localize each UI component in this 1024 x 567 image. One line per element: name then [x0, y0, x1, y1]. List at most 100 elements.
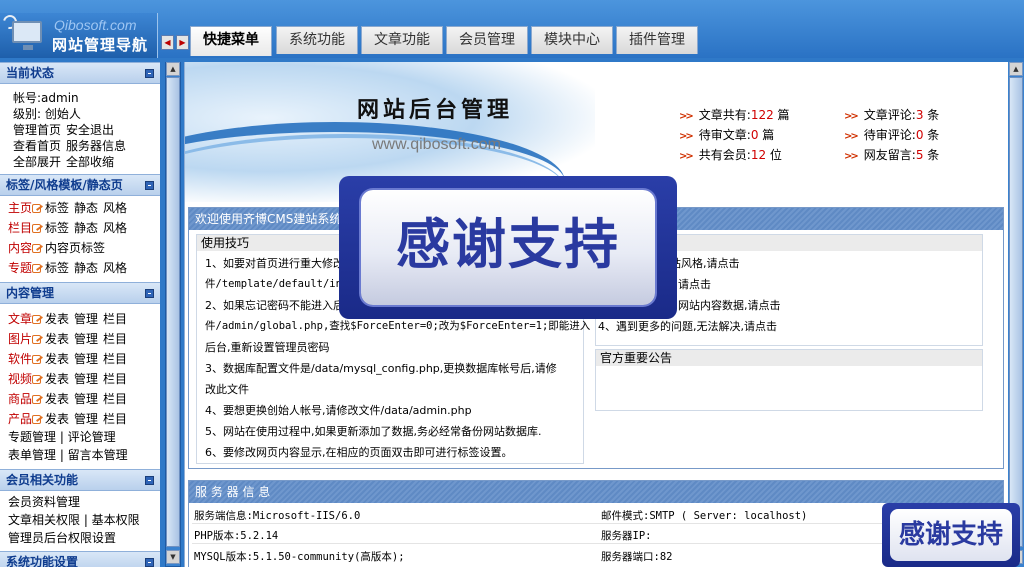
double-arrow-icon: >>: [679, 111, 694, 122]
action-link[interactable]: 栏目: [103, 412, 127, 426]
server-info-value: 服务器IP:: [601, 530, 652, 542]
edit-icon: [32, 315, 42, 324]
double-arrow-icon: >>: [844, 111, 859, 122]
link-member-profile[interactable]: 会员资料管理: [8, 495, 80, 509]
action-link[interactable]: 静态: [74, 261, 98, 275]
member-body: 会员资料管理 文章相关权限 | 基本权限 管理员后台权限设置: [0, 491, 160, 551]
tip-line: 3、数据库配置文件是/data/mysql_config.php,更换数据库帐号…: [205, 362, 557, 375]
tip-line: 4、要想更换创始人帐号,请修改文件/data/admin.php: [205, 404, 472, 417]
action-link[interactable]: 标签: [45, 261, 69, 275]
sidebar-item-topic[interactable]: 专题: [8, 261, 32, 275]
server-info-value: PHP版本:5.2.14: [194, 530, 279, 542]
action-link[interactable]: 标签: [45, 201, 69, 215]
action-link[interactable]: 静态: [74, 201, 98, 215]
action-link[interactable]: 栏目: [103, 392, 127, 406]
scroll-thumb[interactable]: [1009, 77, 1023, 547]
action-link[interactable]: 管理: [74, 372, 98, 386]
double-arrow-icon: >>: [679, 131, 694, 142]
collapse-icon[interactable]: [145, 181, 154, 190]
action-link[interactable]: 管理: [74, 412, 98, 426]
stat-pending-comments[interactable]: >> 待审评论:0 条: [844, 126, 939, 143]
sidebar-section-content[interactable]: 内容管理: [0, 282, 160, 304]
action-link[interactable]: 栏目: [103, 352, 127, 366]
monitor-icon: [12, 21, 42, 50]
tab-plugins[interactable]: 插件管理: [616, 26, 698, 54]
help-line[interactable]: 请点击: [678, 274, 711, 295]
sidebar-item-home[interactable]: 主页: [8, 201, 32, 215]
action-link[interactable]: 标签: [45, 221, 69, 235]
sidebar-item-content[interactable]: 内容: [8, 241, 32, 255]
link-admin-home[interactable]: 管理首页: [13, 123, 61, 137]
sidebar-item-photo[interactable]: 图片: [8, 332, 32, 346]
action-link[interactable]: 内容页标签: [45, 241, 105, 255]
action-link[interactable]: 栏目: [103, 332, 127, 346]
collapse-icon[interactable]: [145, 476, 154, 485]
sidebar-item-video[interactable]: 视频: [8, 372, 32, 386]
scroll-down-icon[interactable]: ▼: [166, 550, 180, 564]
sidebar-item-goods[interactable]: 商品: [8, 392, 32, 406]
stat-members[interactable]: >> 共有会员:12 位: [679, 146, 782, 163]
stat-pending-articles[interactable]: >> 待审文章:0 篇: [679, 126, 774, 143]
action-link[interactable]: 管理: [74, 352, 98, 366]
action-link[interactable]: 发表: [45, 332, 69, 346]
action-link[interactable]: 发表: [45, 352, 69, 366]
help-line[interactable]: 4、遇到更多的问题,无法解决,请点击: [598, 316, 777, 337]
action-link[interactable]: 发表: [45, 372, 69, 386]
action-link[interactable]: 风格: [103, 261, 127, 275]
sidebar-item-article[interactable]: 文章: [8, 312, 32, 326]
link-admin-permission[interactable]: 管理员后台权限设置: [8, 531, 116, 545]
collapse-icon[interactable]: [145, 69, 154, 78]
scroll-up-icon[interactable]: ▲: [1009, 62, 1023, 76]
action-link[interactable]: 风格: [103, 221, 127, 235]
sidebar: 当前状态 帐号:admin 级别: 创始人 管理首页 安全退出 查看首页 服务器信息…: [0, 62, 160, 567]
action-link[interactable]: 管理: [74, 392, 98, 406]
top-bar: Qibosoft.com 网站管理导航 ◀ ▶ 快捷菜单 系统功能 文章功能 会…: [0, 0, 1024, 58]
action-link[interactable]: 发表: [45, 392, 69, 406]
link-logout[interactable]: 安全退出: [66, 123, 114, 137]
stat-comments[interactable]: >> 文章评论:3 条: [844, 106, 939, 123]
link-server-info[interactable]: 服务器信息: [66, 139, 126, 153]
action-link[interactable]: 栏目: [103, 372, 127, 386]
action-link[interactable]: 风格: [103, 201, 127, 215]
stat-articles[interactable]: >> 文章共有:122 篇: [679, 106, 790, 123]
help-line[interactable]: 网站内容数据,请点击: [678, 295, 781, 316]
content-scrollbar[interactable]: ▲ ▼: [1008, 62, 1024, 567]
link-article-permission[interactable]: 文章相关权限 | 基本权限: [8, 513, 140, 527]
action-link[interactable]: 管理: [74, 312, 98, 326]
sidebar-item-software[interactable]: 软件: [8, 352, 32, 366]
action-link[interactable]: 发表: [45, 412, 69, 426]
sidebar-section-system[interactable]: 系统功能设置: [0, 551, 160, 567]
account-name: admin: [41, 91, 79, 105]
link-expand-all[interactable]: 全部展开: [13, 155, 61, 169]
sidebar-section-status[interactable]: 当前状态: [0, 62, 160, 84]
link-form-guestbook[interactable]: 表单管理 | 留言本管理: [8, 448, 128, 462]
link-topic-comment[interactable]: 专题管理 | 评论管理: [8, 430, 116, 444]
tab-modules[interactable]: 模块中心: [531, 26, 613, 54]
stat-guestbook[interactable]: >> 网友留言:5 条: [844, 146, 939, 163]
sidebar-section-member[interactable]: 会员相关功能: [0, 469, 160, 491]
scroll-thumb[interactable]: [166, 77, 180, 547]
scroll-right-icon[interactable]: ▶: [176, 35, 189, 50]
action-link[interactable]: 静态: [74, 221, 98, 235]
sidebar-item-column[interactable]: 栏目: [8, 221, 32, 235]
edit-icon: [32, 335, 42, 344]
edit-icon: [32, 204, 42, 213]
tab-system[interactable]: 系统功能: [276, 26, 358, 54]
action-link[interactable]: 管理: [74, 332, 98, 346]
tip-line: 件/admin/global.php,查找$ForceEnter=0;改为$Fo…: [205, 320, 591, 332]
link-collapse-all[interactable]: 全部收缩: [66, 155, 114, 169]
sidebar-scrollbar[interactable]: ▲ ▼: [160, 62, 184, 567]
sidebar-item-product[interactable]: 产品: [8, 412, 32, 426]
collapse-icon[interactable]: [145, 289, 154, 298]
scroll-up-icon[interactable]: ▲: [166, 62, 180, 76]
notice-box: 官方重要公告: [595, 349, 983, 411]
link-view-home[interactable]: 查看首页: [13, 139, 61, 153]
collapse-icon[interactable]: [145, 558, 154, 567]
tab-quick-menu[interactable]: 快捷菜单: [190, 26, 272, 56]
sidebar-section-templates[interactable]: 标签/风格模板/静态页: [0, 174, 160, 196]
scroll-left-icon[interactable]: ◀: [161, 35, 174, 50]
action-link[interactable]: 发表: [45, 312, 69, 326]
action-link[interactable]: 栏目: [103, 312, 127, 326]
tab-member[interactable]: 会员管理: [446, 26, 528, 54]
tab-article[interactable]: 文章功能: [361, 26, 443, 54]
